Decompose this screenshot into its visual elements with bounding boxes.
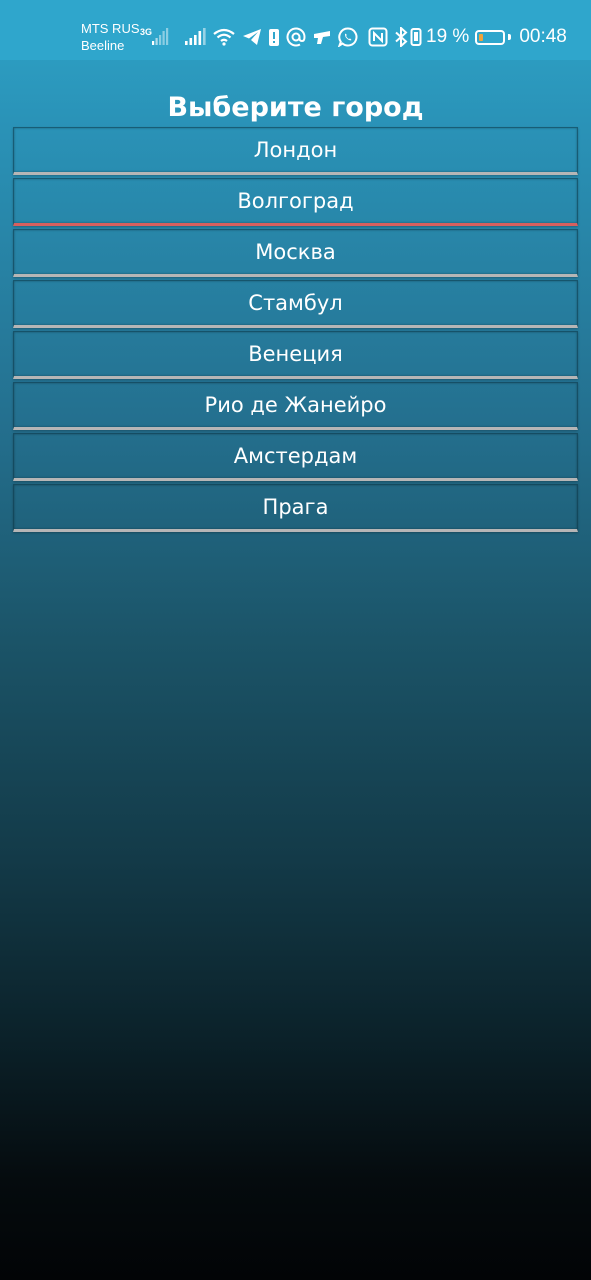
network-type-label: 3G xyxy=(140,27,152,37)
bluetooth-icon xyxy=(394,27,408,47)
city-button-venice[interactable]: Венеция xyxy=(13,331,578,379)
signal-icon xyxy=(184,27,206,47)
battery-nub xyxy=(508,34,512,40)
status-bar: MTS RUS Beeline 3G 19 % 00:48 xyxy=(0,0,591,60)
wifi-icon xyxy=(212,27,236,47)
at-icon xyxy=(286,27,306,47)
vibrate-icon xyxy=(410,27,422,47)
signal-icons: 3G xyxy=(140,24,364,50)
battery-icon xyxy=(475,29,506,45)
notification-icon xyxy=(268,27,280,47)
system-icons: 19 % 00:48 xyxy=(368,24,567,50)
battery-level-fill xyxy=(479,33,484,41)
city-label: Волгоград xyxy=(237,189,354,213)
city-button-prague[interactable]: Прага xyxy=(13,484,578,532)
battery-percent: 19 % xyxy=(426,26,470,47)
city-list: Лондон Волгоград Москва Стамбул Венеция … xyxy=(13,127,578,535)
telegram-icon xyxy=(242,28,262,46)
city-button-volgograd[interactable]: Волгоград xyxy=(13,178,578,226)
vpn-key-icon xyxy=(312,28,332,46)
carrier-secondary: Beeline xyxy=(81,38,125,53)
carrier-primary: MTS RUS xyxy=(81,21,140,36)
signal-icon: 3G xyxy=(140,26,170,48)
city-label: Москва xyxy=(255,240,336,264)
city-label: Венеция xyxy=(248,342,343,366)
city-label: Лондон xyxy=(253,138,338,162)
nfc-icon xyxy=(368,27,388,47)
city-button-london[interactable]: Лондон xyxy=(13,127,578,175)
whatsapp-icon xyxy=(338,27,358,47)
city-label: Прага xyxy=(262,495,329,519)
city-button-istanbul[interactable]: Стамбул xyxy=(13,280,578,328)
clock: 00:48 xyxy=(519,26,567,47)
city-label: Стамбул xyxy=(248,291,343,315)
city-label: Рио де Жанейро xyxy=(204,393,387,417)
city-button-rio[interactable]: Рио де Жанейро xyxy=(13,382,578,430)
city-button-moscow[interactable]: Москва xyxy=(13,229,578,277)
city-button-amsterdam[interactable]: Амстердам xyxy=(13,433,578,481)
carrier-info: MTS RUS Beeline xyxy=(81,20,140,54)
page-title: Выберите город xyxy=(167,92,424,123)
city-label: Амстердам xyxy=(233,444,358,468)
